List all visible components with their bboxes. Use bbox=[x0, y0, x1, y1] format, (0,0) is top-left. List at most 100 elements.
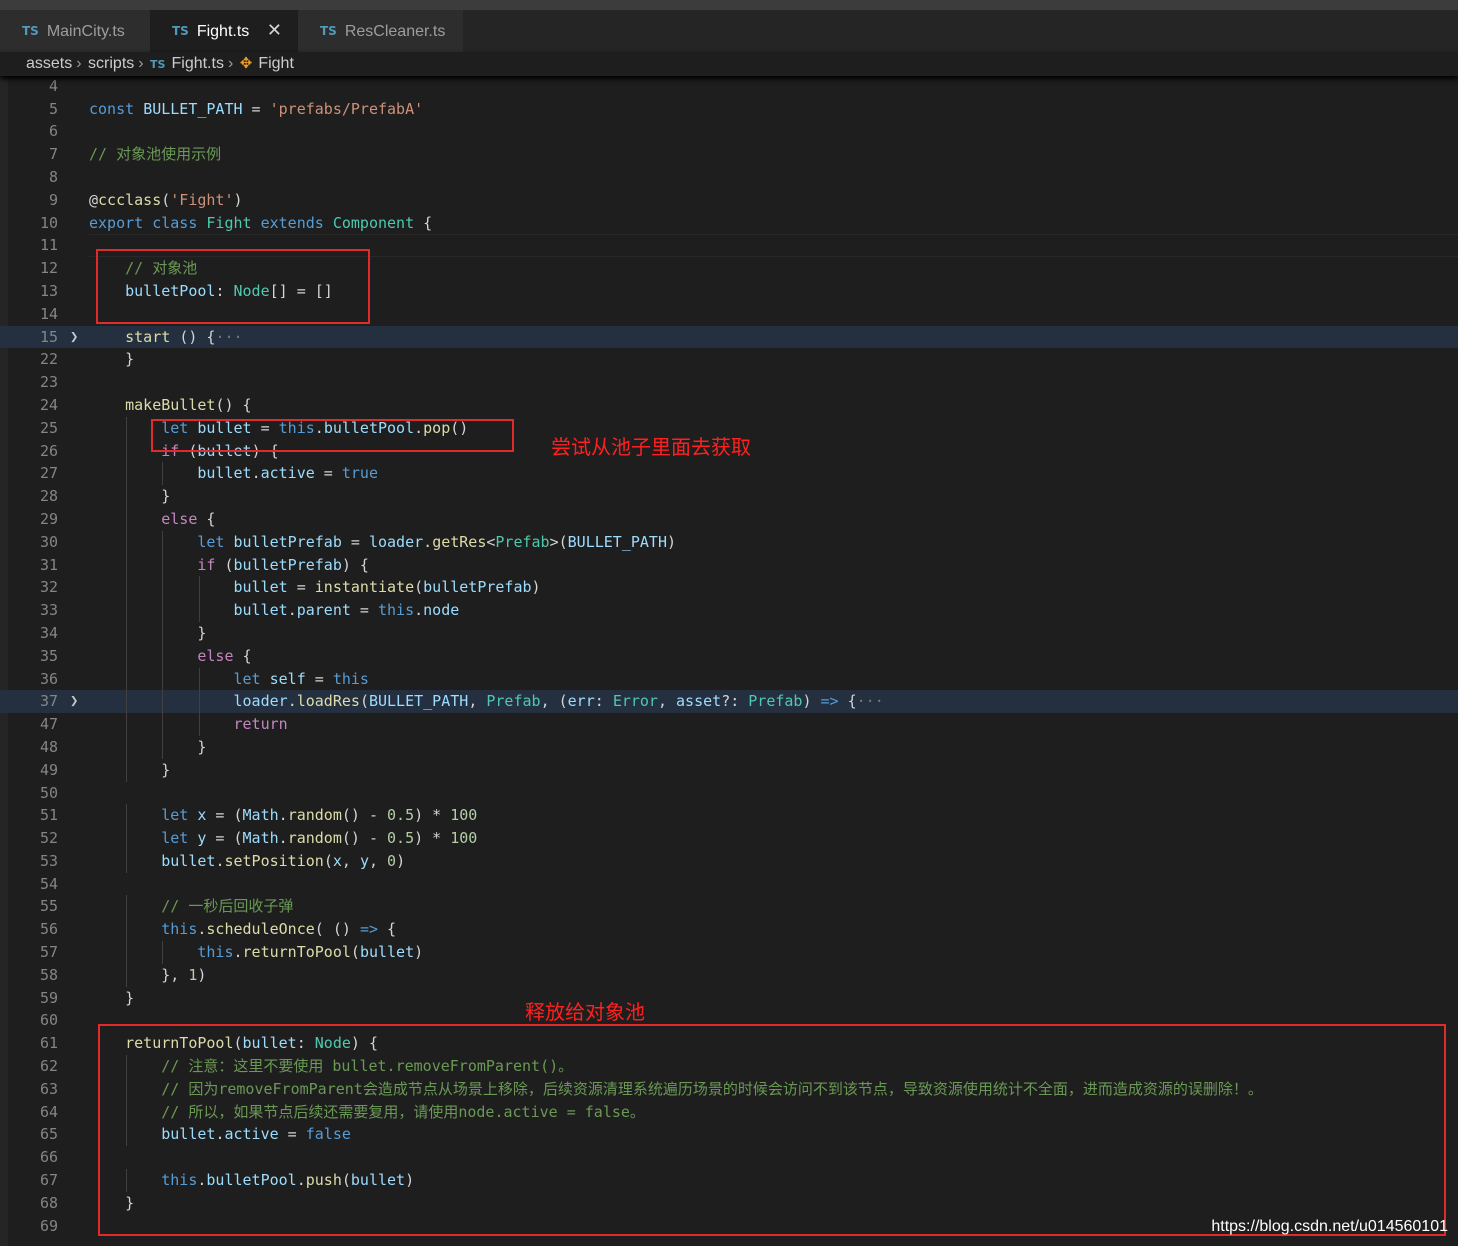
code-token: ( bbox=[414, 578, 424, 597]
fold-chevron-icon[interactable]: ❯ bbox=[70, 326, 78, 349]
code-token: { bbox=[242, 646, 252, 665]
tab-fight[interactable]: TS Fight.ts ✕ bbox=[150, 10, 298, 52]
code-line[interactable]: 33 bullet.parent = this.node bbox=[0, 599, 1458, 622]
code-token: ··· bbox=[856, 692, 884, 711]
breadcrumb-item-assets[interactable]: assets bbox=[26, 55, 72, 72]
code-line[interactable]: 59 } bbox=[0, 987, 1458, 1010]
code-line[interactable]: 29 else { bbox=[0, 507, 1458, 531]
code-token: ) * bbox=[414, 829, 451, 848]
code-line[interactable]: 9 @ccclass('Fight') bbox=[0, 189, 1458, 212]
typescript-file-icon: TS bbox=[22, 24, 39, 38]
code-line[interactable]: 31 if (bulletPrefab) { bbox=[0, 553, 1458, 577]
code-token: scheduleOnce bbox=[206, 920, 315, 939]
code-token: = bbox=[341, 532, 369, 551]
code-line[interactable]: 10 export class Fight extends Component { bbox=[0, 212, 1458, 235]
breadcrumb: assets › scripts › TS Fight.ts › ✥ Fight bbox=[0, 52, 1458, 76]
code-text: bullet.active = true bbox=[89, 462, 378, 485]
title-bar-strip bbox=[0, 0, 1458, 10]
code-token: . bbox=[278, 829, 288, 848]
code-text: bullet.setPosition(x, y, 0) bbox=[89, 850, 405, 873]
line-number: 4 bbox=[48, 76, 58, 95]
code-text: export class Fight extends Component { bbox=[89, 212, 432, 235]
line-number: 32 bbox=[39, 578, 58, 597]
code-line[interactable]: 28 } bbox=[0, 485, 1458, 508]
code-line[interactable]: 6 bbox=[0, 120, 1458, 143]
code-token: let bbox=[89, 806, 198, 825]
code-token: . bbox=[278, 806, 288, 825]
code-line[interactable]: 32 bullet = instantiate(bulletPrefab) bbox=[0, 576, 1458, 600]
line-number: 24 bbox=[39, 395, 58, 414]
line-number: 30 bbox=[39, 532, 58, 551]
line-number: 47 bbox=[39, 715, 58, 734]
code-token: () { bbox=[179, 327, 216, 346]
code-line[interactable]: 4 bbox=[0, 76, 1458, 98]
code-text: else { bbox=[89, 508, 215, 531]
code-token: ( bbox=[323, 851, 333, 870]
code-line[interactable]: 23 bbox=[0, 371, 1458, 394]
code-line[interactable]: 55 // 一秒后回收子弹 bbox=[0, 895, 1458, 919]
code-token: this bbox=[332, 669, 369, 688]
code-line[interactable]: 58 }, 1) bbox=[0, 963, 1458, 987]
code-line[interactable]: 35 else { bbox=[0, 644, 1458, 668]
code-token: ) bbox=[667, 532, 677, 551]
breadcrumb-item-class[interactable]: Fight bbox=[258, 55, 294, 72]
line-number: 6 bbox=[48, 122, 58, 141]
code-line[interactable]: 27 bullet.active = true bbox=[0, 462, 1458, 486]
tab-label: ResCleaner.ts bbox=[344, 23, 446, 40]
code-token: true bbox=[341, 464, 378, 483]
code-line[interactable]: 54 bbox=[0, 873, 1458, 896]
code-line[interactable]: 47 return bbox=[0, 713, 1458, 736]
code-token: 0 bbox=[387, 851, 397, 870]
code-token: ) bbox=[531, 578, 541, 597]
code-token: = bbox=[350, 601, 378, 620]
fold-chevron-icon[interactable]: ❯ bbox=[70, 690, 78, 713]
chevron-right-icon: › bbox=[227, 55, 234, 72]
tab-rescleaner[interactable]: TS ResCleaner.ts bbox=[298, 10, 463, 52]
typescript-file-icon: TS bbox=[150, 58, 166, 71]
code-line[interactable]: 50 bbox=[0, 782, 1458, 805]
line-number: 51 bbox=[39, 806, 58, 825]
close-tab-icon[interactable]: ✕ bbox=[267, 10, 282, 52]
line-number: 8 bbox=[48, 167, 58, 186]
breadcrumb-item-scripts[interactable]: scripts bbox=[88, 55, 134, 72]
code-line[interactable]: 37 ❯ loader.loadRes(BULLET_PATH, Prefab, … bbox=[0, 690, 1458, 714]
code-token: () - bbox=[341, 806, 388, 825]
line-number: 29 bbox=[39, 509, 58, 528]
code-line[interactable]: 22 } bbox=[0, 348, 1458, 371]
code-line[interactable]: 51 let x = (Math.random() - 0.5) * 100 bbox=[0, 804, 1458, 828]
code-line[interactable]: 36 let self = this bbox=[0, 667, 1458, 691]
code-text: return bbox=[89, 713, 287, 736]
breadcrumb-item-file[interactable]: Fight.ts bbox=[171, 55, 223, 72]
code-text: @ccclass('Fight') bbox=[89, 189, 243, 212]
code-line[interactable]: 15 ❯ start () {··· bbox=[0, 325, 1458, 349]
code-line[interactable]: 48 } bbox=[0, 735, 1458, 759]
code-line[interactable]: 49 } bbox=[0, 758, 1458, 782]
code-line[interactable]: 30 let bulletPrefab = loader.getRes<Pref… bbox=[0, 530, 1458, 554]
code-token: = bbox=[287, 578, 315, 597]
code-token: } bbox=[89, 737, 207, 756]
code-line[interactable]: 34 } bbox=[0, 621, 1458, 645]
code-line[interactable]: 24 makeBullet() { bbox=[0, 394, 1458, 417]
code-token: { bbox=[423, 213, 433, 232]
tab-maincity[interactable]: TS MainCity.ts bbox=[0, 10, 155, 52]
code-line[interactable]: 52 let y = (Math.random() - 0.5) * 100 bbox=[0, 827, 1458, 850]
annotation-box-pool-pop bbox=[151, 419, 514, 452]
code-line[interactable]: 8 bbox=[0, 166, 1458, 189]
code-token: . bbox=[233, 943, 243, 962]
code-text: loader.loadRes(BULLET_PATH, Prefab, (err… bbox=[89, 690, 884, 713]
code-line[interactable]: 56 this.scheduleOnce( () => { bbox=[0, 918, 1458, 942]
code-token: random bbox=[287, 806, 342, 825]
line-number: 62 bbox=[39, 1057, 58, 1076]
code-line[interactable]: 5 const BULLET_PATH = 'prefabs/PrefabA' bbox=[0, 98, 1458, 121]
code-line[interactable]: 7 // 对象池使用示例 bbox=[0, 143, 1458, 166]
code-line[interactable]: 53 bullet.setPosition(x, y, 0) bbox=[0, 849, 1458, 873]
code-text: } bbox=[89, 736, 206, 759]
code-token: this bbox=[89, 943, 234, 962]
line-number: 31 bbox=[39, 555, 58, 574]
line-number: 23 bbox=[39, 373, 58, 392]
code-token: ( bbox=[224, 555, 234, 574]
code-line[interactable]: 57 this.returnToPool(bullet) bbox=[0, 941, 1458, 964]
code-text: this.scheduleOnce( () => { bbox=[89, 918, 396, 941]
code-token: { bbox=[206, 509, 216, 528]
code-token: , bbox=[341, 851, 360, 870]
